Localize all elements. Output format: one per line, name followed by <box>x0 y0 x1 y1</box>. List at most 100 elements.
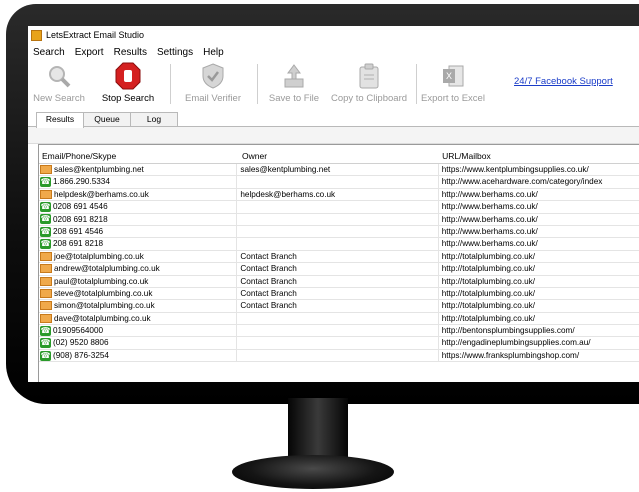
table-body: sales@kentplumbing.net sales@kentplumbing… <box>39 164 639 363</box>
column-header-url[interactable]: URL/Mailbox <box>439 151 639 163</box>
toolbar: New Search Stop Search Email Verifier Sa… <box>28 60 639 112</box>
tab-results[interactable]: Results <box>36 112 84 128</box>
svg-text:X: X <box>446 71 452 81</box>
envelope-icon <box>40 289 52 299</box>
contact-value: steve@totalplumbing.co.uk <box>54 288 153 298</box>
tab-queue[interactable]: Queue <box>83 112 131 126</box>
contact-value: helpdesk@berhams.co.uk <box>54 189 149 199</box>
cell-url: https://www.kentplumbingsupplies.co.uk/ <box>441 165 589 174</box>
cell-owner <box>237 201 439 213</box>
tab-log[interactable]: Log <box>130 112 178 126</box>
excel-icon: X <box>438 62 468 90</box>
table-row[interactable]: helpdesk@berhams.co.uk helpdesk@berhams.c… <box>39 188 639 202</box>
phone-icon: ☎ <box>40 239 51 250</box>
cell-owner <box>237 176 439 188</box>
cell-url: http://totalplumbing.co.uk/ <box>441 264 536 274</box>
menu-export[interactable]: Export <box>70 47 109 58</box>
cell-url: http://totalplumbing.co.uk/ <box>441 276 536 286</box>
menu-results[interactable]: Results <box>109 47 152 58</box>
cell-owner: Contact Branch <box>237 263 439 275</box>
copy-to-clipboard-button[interactable]: Copy to Clipboard <box>328 60 410 104</box>
envelope-icon <box>40 276 52 286</box>
cell-owner <box>237 325 439 337</box>
cell-owner: Contact Branch <box>237 250 439 263</box>
cell-owner: helpdesk@berhams.co.uk <box>237 188 439 201</box>
cell-contact: ☎ 0208 691 4546 <box>39 201 238 213</box>
table-row[interactable]: ☎ 208 691 8218 http://www.berhams.co.uk/ <box>39 238 639 251</box>
table-row[interactable]: sales@kentplumbing.net sales@kentplumbing… <box>39 164 639 177</box>
contact-value: dave@totalplumbing.co.uk <box>54 313 151 323</box>
tab-body-strip <box>28 127 639 144</box>
table-row[interactable]: ☎ 1.866.290.5334 http://www.acehardware.co… <box>39 176 639 189</box>
email-verifier-button[interactable]: Email Verifier <box>179 60 247 104</box>
contact-value: sales@kentplumbing.net <box>54 165 144 174</box>
cell-url: http://totalplumbing.co.uk/ <box>441 313 536 323</box>
column-header-owner[interactable]: Owner <box>239 151 439 163</box>
envelope-icon <box>40 264 52 274</box>
cell-url: http://engadineplumbingsupplies.com.au/ <box>441 338 591 348</box>
menu-help[interactable]: Help <box>198 47 229 58</box>
table-row[interactable]: dave@totalplumbing.co.uk http://totalplum… <box>39 312 639 326</box>
cell-owner <box>237 225 439 238</box>
table-row[interactable]: ☎ (02) 9520 8806 http://engadineplumbingsu… <box>39 337 639 350</box>
menu-search[interactable]: Search <box>28 47 70 58</box>
cell-url: http://www.berhams.co.uk/ <box>441 214 538 224</box>
toolbar-separator <box>257 64 258 104</box>
table-row[interactable]: steve@totalplumbing.co.uk Contact Branch h… <box>39 287 639 301</box>
contact-value: 0208 691 4546 <box>53 202 108 212</box>
cell-contact: simon@totalplumbing.co.uk <box>39 300 238 312</box>
table-row[interactable]: ☎ (908) 876-3254 https://www.franksplumbin… <box>39 349 639 363</box>
phone-icon: ☎ <box>40 214 51 225</box>
cell-owner <box>237 349 439 362</box>
cell-contact: ☎ 208 691 8218 <box>39 238 238 250</box>
title-bar: LetsExtract Email Studio <box>28 26 639 44</box>
cell-contact: joe@totalplumbing.co.uk <box>39 250 238 263</box>
cell-contact: paul@totalplumbing.co.uk <box>39 275 238 287</box>
contact-value: andrew@totalplumbing.co.uk <box>54 264 160 274</box>
phone-icon: ☎ <box>40 338 51 349</box>
contact-value: 1.866.290.5334 <box>53 177 110 187</box>
cell-url: http://www.berhams.co.uk/ <box>441 189 538 199</box>
envelope-icon <box>40 189 52 199</box>
clipboard-icon <box>354 62 384 90</box>
facebook-support-link[interactable]: 24/7 Facebook Support <box>514 76 613 87</box>
cell-owner: Contact Branch <box>237 300 439 312</box>
stop-search-button[interactable]: Stop Search <box>98 60 158 104</box>
contact-value: (02) 9520 8806 <box>53 338 109 348</box>
contact-value: paul@totalplumbing.co.uk <box>54 276 149 286</box>
cell-owner <box>237 238 439 250</box>
envelope-icon <box>40 165 52 175</box>
save-to-file-button[interactable]: Save to File <box>264 60 324 104</box>
table-row[interactable]: ☎ 0208 691 4546 http://www.berhams.co.uk/ <box>39 201 639 214</box>
phone-icon: ☎ <box>40 226 51 237</box>
tab-strip: Results Queue Log <box>28 112 639 128</box>
cell-url: http://bentonsplumbingsupplies.com/ <box>441 326 575 336</box>
cell-contact: ☎ (02) 9520 8806 <box>39 337 238 349</box>
monitor-bezel: LetsExtract Email Studio Search Export R… <box>6 4 639 404</box>
app-window: LetsExtract Email Studio Search Export R… <box>28 26 639 382</box>
cell-url: http://www.berhams.co.uk/ <box>441 202 538 212</box>
table-header: Email/Phone/Skype Owner URL/Mailbox <box>39 145 639 164</box>
envelope-icon <box>40 251 52 261</box>
new-search-button[interactable]: New Search <box>28 60 90 104</box>
results-table[interactable]: Email/Phone/Skype Owner URL/Mailbox sale… <box>38 144 639 382</box>
toolbar-separator <box>416 64 417 104</box>
phone-icon: ☎ <box>40 350 51 361</box>
cell-contact: ☎ 208 691 4546 <box>39 225 238 238</box>
contact-value: 0208 691 8218 <box>53 214 108 224</box>
cell-url: https://www.franksplumbingshop.com/ <box>441 350 580 360</box>
phone-icon: ☎ <box>40 325 51 336</box>
menu-settings[interactable]: Settings <box>152 47 198 58</box>
export-to-excel-button[interactable]: X Export to Excel <box>419 60 487 104</box>
table-row[interactable]: simon@totalplumbing.co.uk Contact Branch h… <box>39 300 639 313</box>
table-row[interactable]: ☎ 01909564000 http://bentonsplumbingsuppli… <box>39 325 639 338</box>
cell-url: http://www.berhams.co.uk/ <box>441 226 538 236</box>
table-row[interactable]: andrew@totalplumbing.co.uk Contact Branch… <box>39 263 639 276</box>
table-row[interactable]: ☎ 0208 691 8218 http://www.berhams.co.uk/ <box>39 213 639 226</box>
table-row[interactable]: paul@totalplumbing.co.uk Contact Branch ht… <box>39 275 639 288</box>
cell-owner <box>237 337 439 349</box>
column-header-email[interactable]: Email/Phone/Skype <box>39 151 239 163</box>
table-row[interactable]: ☎ 208 691 4546 http://www.berhams.co.uk/ <box>39 225 639 239</box>
table-row[interactable]: joe@totalplumbing.co.uk Contact Branch htt… <box>39 250 639 264</box>
cell-contact: ☎ 1.866.290.5334 <box>39 176 238 188</box>
